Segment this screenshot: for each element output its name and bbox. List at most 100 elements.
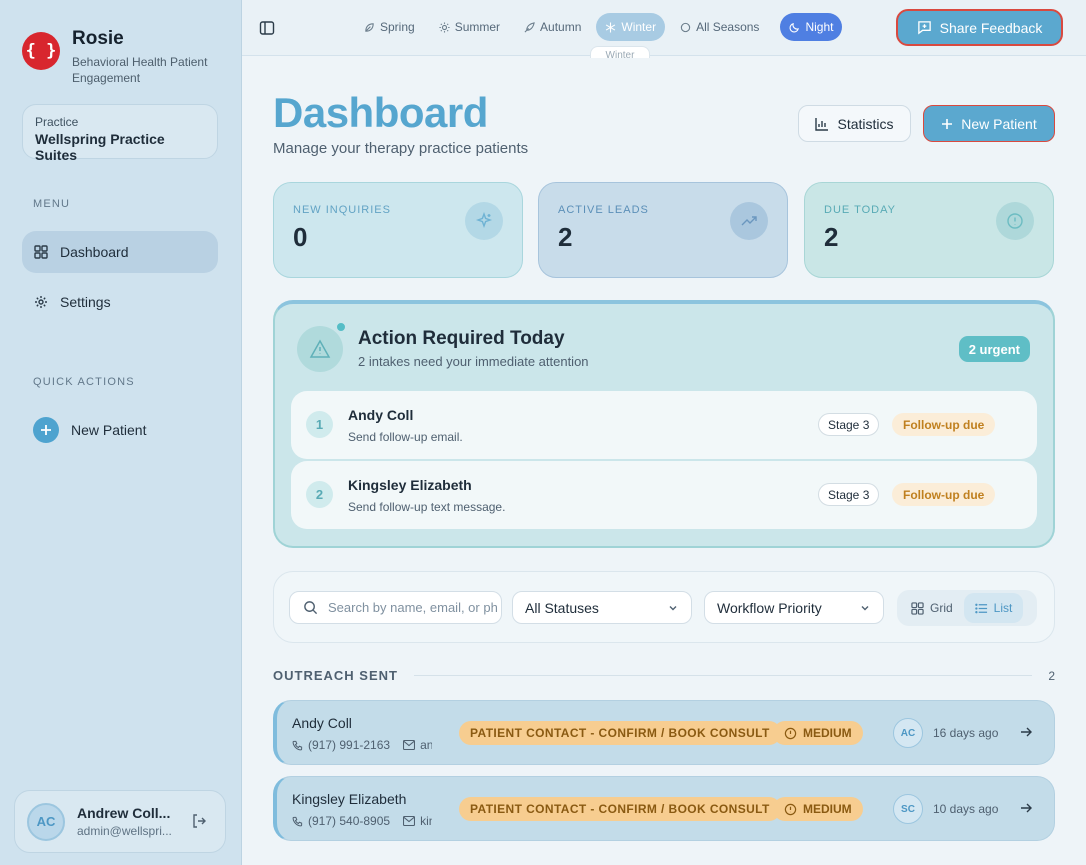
season-chip-winter[interactable]: Winter — [596, 13, 666, 41]
rosie-logo[interactable]: { } — [22, 32, 60, 70]
last-contact-time: 16 days ago — [933, 726, 999, 740]
sidebar-item-settings[interactable]: Settings — [22, 281, 218, 323]
arrow-right-icon[interactable] — [1019, 801, 1033, 815]
patient-row[interactable]: Andy Coll (917) 991-2163 andy PATIENT CO… — [273, 700, 1055, 765]
practice-label: Practice — [35, 115, 79, 129]
season-chip-summer[interactable]: Summer — [430, 13, 509, 41]
leaf-icon — [364, 22, 375, 33]
alert-circle-icon — [996, 202, 1034, 240]
season-label: Spring — [380, 20, 415, 34]
new-patient-label: New Patient — [961, 115, 1037, 132]
patient-email: andy — [420, 738, 432, 752]
sort-select[interactable]: Workflow Priority — [704, 591, 884, 624]
phone-icon — [292, 816, 303, 827]
status-badge: PATIENT CONTACT - CONFIRM / BOOK CONSULT — [459, 797, 781, 821]
snowflake-icon — [605, 21, 616, 33]
action-required-title: Action Required Today — [358, 328, 565, 349]
practice-selector[interactable]: Practice Wellspring Practice Suites — [22, 104, 218, 163]
mail-group: kingsley — [403, 814, 432, 828]
season-chip-autumn[interactable]: Autumn — [515, 13, 590, 41]
patient-contact: (917) 991-2163 andy — [292, 738, 432, 752]
view-list-label: List — [993, 601, 1013, 615]
share-feedback-button[interactable]: Share Feedback — [896, 9, 1063, 46]
logout-icon[interactable] — [191, 813, 207, 829]
search-input[interactable] — [328, 600, 498, 615]
status-badge: PATIENT CONTACT - CONFIRM / BOOK CONSULT — [459, 721, 781, 745]
avatar: AC — [27, 802, 65, 841]
urgent-badge: 2 urgent — [958, 336, 1030, 362]
follow-up-badge: Follow-up due — [892, 483, 996, 506]
view-list-button[interactable]: List — [963, 593, 1024, 623]
notification-dot — [335, 321, 347, 333]
view-grid-label: Grid — [930, 601, 953, 615]
plus-icon — [33, 417, 59, 443]
season-chip-all-seasons[interactable]: All Seasons — [671, 13, 768, 41]
stat-card-due-today[interactable]: DUE TODAY 2 — [804, 182, 1054, 278]
status-select[interactable]: All Statuses — [512, 591, 692, 624]
intake-name: Andy Coll — [348, 407, 414, 423]
season-chip-spring[interactable]: Spring — [355, 13, 424, 41]
stat-card-active-leads[interactable]: ACTIVE LEADS 2 — [538, 182, 788, 278]
intake-item[interactable]: 2 Kingsley Elizabeth Send follow-up text… — [291, 461, 1037, 529]
quick-action-label: New Patient — [71, 422, 147, 438]
patient-name: Kingsley Elizabeth — [292, 791, 407, 807]
list-icon — [974, 602, 988, 615]
alert-circle-icon — [784, 727, 797, 740]
sidebar-item-dashboard[interactable]: Dashboard — [22, 231, 218, 273]
group-count: 2 — [1048, 668, 1055, 683]
intake-description: Send follow-up email. — [348, 430, 463, 444]
app-name: Rosie — [72, 28, 124, 49]
status-select-value: All Statuses — [525, 599, 599, 616]
patient-email: kingsley — [420, 814, 432, 828]
group-header: OUTREACH SENT 2 — [273, 668, 1055, 683]
stat-card-new-inquiries[interactable]: NEW INQUIRIES 0 — [273, 182, 523, 278]
grid-icon — [911, 601, 924, 615]
intake-description: Send follow-up text message. — [348, 500, 506, 514]
sort-select-value: Workflow Priority — [717, 599, 822, 616]
sun-icon — [439, 21, 450, 33]
follow-up-badge: Follow-up due — [892, 413, 996, 436]
moon-icon — [789, 22, 800, 33]
intake-name: Kingsley Elizabeth — [348, 477, 472, 493]
arrow-right-icon[interactable] — [1019, 725, 1033, 739]
filter-bar: All Statuses Workflow Priority Grid List — [273, 571, 1055, 643]
view-toggle: Grid List — [897, 590, 1037, 626]
patient-row[interactable]: Kingsley Elizabeth (917) 540-8905 kingsl… — [273, 776, 1055, 841]
message-square-icon — [917, 20, 932, 35]
view-grid-button[interactable]: Grid — [900, 593, 964, 623]
priority-label: MEDIUM — [803, 726, 852, 740]
bar-chart-icon — [815, 117, 829, 131]
intake-number: 2 — [306, 481, 333, 508]
patient-phone: (917) 540-8905 — [308, 814, 391, 828]
divider — [413, 675, 1033, 676]
sidebar-item-label: Dashboard — [60, 244, 129, 260]
priority-badge: MEDIUM — [773, 797, 863, 821]
action-required-subtitle: 2 intakes need your immediate attention — [358, 354, 589, 369]
app-tagline: Behavioral Health Patient Engagement — [72, 55, 208, 85]
search-field[interactable] — [289, 591, 502, 624]
sidebar-toggle-icon[interactable] — [259, 20, 275, 36]
new-patient-button[interactable]: New Patient — [923, 105, 1055, 142]
patient-phone: (917) 991-2163 — [308, 738, 391, 752]
stage-badge: Stage 3 — [818, 413, 880, 436]
season-selector: Spring Summer Autumn Winter All Seasons … — [355, 13, 843, 41]
night-mode-toggle[interactable]: Night — [780, 13, 843, 41]
patient-contact: (917) 540-8905 kingsley — [292, 814, 432, 828]
mail-icon — [403, 816, 416, 826]
page-title: Dashboard — [273, 89, 488, 136]
quick-action-new-patient[interactable]: New Patient — [33, 417, 146, 443]
statistics-label: Statistics — [837, 115, 894, 132]
search-icon — [303, 600, 318, 615]
brand: { } Rosie Behavioral Health Patient Enga… — [22, 28, 222, 86]
season-label: Autumn — [540, 20, 582, 34]
topbar: Spring Summer Autumn Winter All Seasons … — [242, 0, 1086, 58]
sidebar: { } Rosie Behavioral Health Patient Enga… — [0, 0, 242, 865]
last-contact-time: 10 days ago — [933, 802, 999, 816]
phone-icon — [292, 740, 303, 751]
trending-up-icon — [730, 202, 768, 240]
season-label: Winter — [621, 20, 657, 34]
mail-icon — [403, 740, 416, 750]
intake-item[interactable]: 1 Andy Coll Send follow-up email. Stage … — [291, 391, 1037, 459]
user-card[interactable]: AC Andrew Coll... admin@wellspri... — [14, 790, 226, 853]
statistics-button[interactable]: Statistics — [798, 105, 911, 142]
